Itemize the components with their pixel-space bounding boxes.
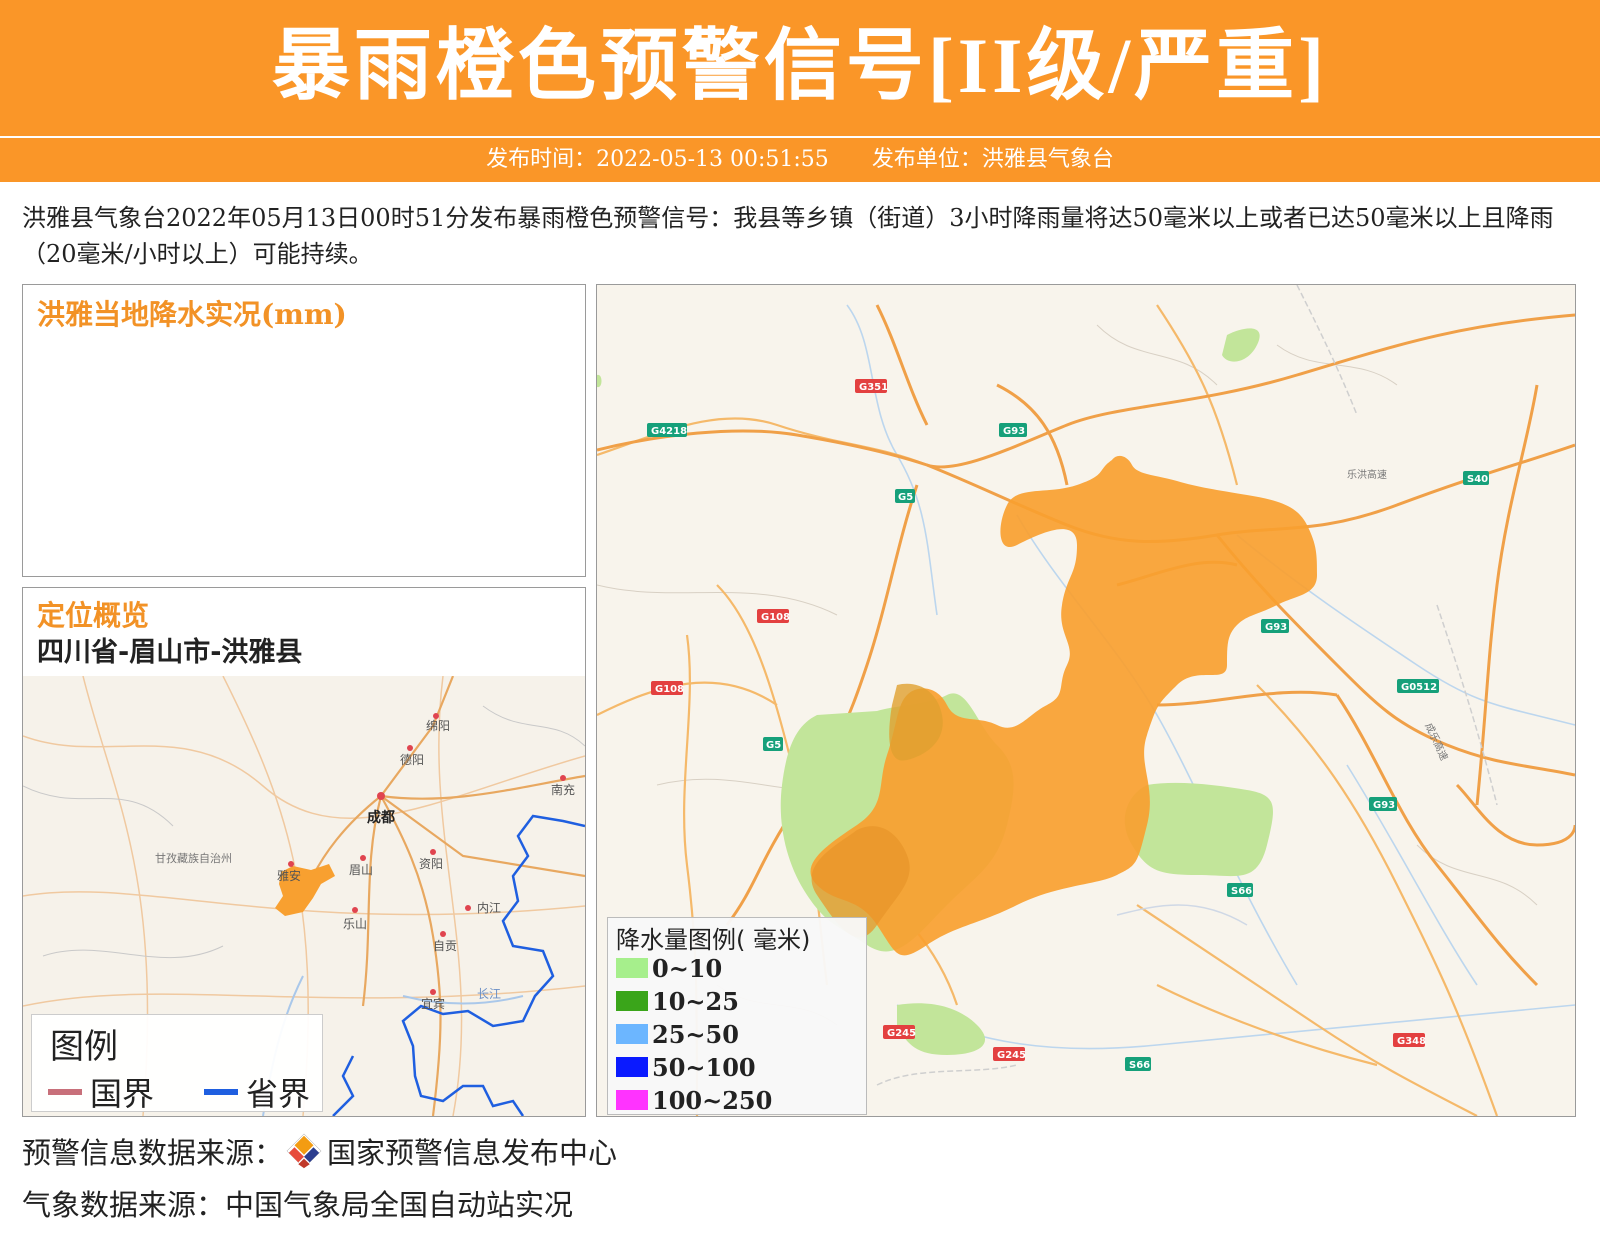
road-sign-g4218: G4218 (647, 423, 687, 437)
precip-legend-item: 0~10 (616, 954, 722, 983)
provincial-border-label: 省界 (246, 1075, 311, 1113)
road-sign-g93-middle: G93 (1261, 619, 1289, 633)
location-panel: 定位概览 四川省-眉山市-洪雅县 绵阳 德阳 成都 南充 甘孜藏族自治州 雅安 … (22, 587, 586, 1117)
city-label-nanchong: 南充 (551, 782, 575, 797)
river-label-changjiang: 长江 (477, 987, 501, 1001)
svg-text:G93: G93 (1265, 622, 1287, 633)
svg-text:S66: S66 (1129, 1060, 1150, 1071)
national-border-swatch (48, 1089, 82, 1095)
warning-source-name: 国家预警信息发布中心 (327, 1136, 618, 1170)
road-sign-g108-north: G108 (757, 609, 790, 623)
provincial-border-swatch (204, 1089, 238, 1095)
road-sign-g351: G351 (855, 379, 888, 393)
title-banner: 暴雨橙色预警信号[II级/严重] (0, 0, 1600, 136)
overview-map[interactable]: 绵阳 德阳 成都 南充 甘孜藏族自治州 雅安 眉山 资阳 乐山 内江 自贡 宜宾… (23, 676, 585, 1116)
legend-provincial-border: 省界 (204, 1069, 310, 1115)
warning-source-line: 预警信息数据来源： 国家预警信息发布中心 (22, 1130, 617, 1172)
svg-text:G245: G245 (997, 1050, 1026, 1061)
publish-time: 发布时间：2022-05-13 00:51:55 (486, 147, 829, 172)
svg-text:G93: G93 (1003, 426, 1025, 437)
city-label-yaan: 雅安 (277, 868, 301, 883)
city-label-neijiang: 内江 (477, 901, 501, 915)
city-label-mianyang: 绵阳 (426, 719, 450, 733)
swatch-10-25 (616, 991, 648, 1011)
precip-legend-item: 100~250 (616, 1086, 772, 1115)
svg-text:G0512: G0512 (1401, 682, 1437, 693)
svg-text:G5: G5 (766, 740, 781, 751)
precip-legend: 降水量图例( 毫米) 0~10 10~25 25~50 50~100 100~2… (607, 917, 867, 1115)
warning-level: [II级/严重] (927, 22, 1329, 109)
swatch-50-100 (616, 1057, 648, 1077)
overview-legend: 图例 国界 省界 (31, 1014, 323, 1115)
national-warning-center-logo-icon (286, 1133, 322, 1169)
road-sign-s40-east: S40 (1463, 471, 1489, 485)
city-label-meishan: 眉山 (349, 863, 373, 877)
road-sign-g93-east: G93 (1369, 797, 1397, 811)
svg-text:G93: G93 (1373, 800, 1395, 811)
warning-title: 暴雨橙色预警信号[II级/严重] (0, 14, 1600, 118)
road-sign-s66-south: S66 (1125, 1057, 1151, 1071)
road-sign-g93-north: G93 (999, 423, 1027, 437)
detail-map[interactable]: G351 G4218 G93 G5 S40 乐洪高速 G108 G108 G93… (597, 285, 1575, 1116)
svg-text:G108: G108 (655, 684, 684, 695)
publish-info-bar: 发布时间：2022-05-13 00:51:55 发布单位：洪雅县气象台 (0, 138, 1600, 182)
swatch-0-10 (616, 958, 648, 978)
legend-national-border: 国界 (48, 1069, 154, 1115)
location-panel-title: 定位概览 (37, 599, 150, 632)
road-sign-g5-north: G5 (895, 489, 915, 503)
region-label-ganzi: 甘孜藏族自治州 (155, 851, 232, 865)
warning-description: 洪雅县气象台2022年05月13日00时51分发布暴雨橙色预警信号：我县等乡镇（… (22, 204, 1554, 268)
warning-title-main: 暴雨橙色预警信号 (271, 21, 928, 111)
precip-legend-item: 10~25 (616, 987, 739, 1016)
svg-text:G351: G351 (859, 382, 888, 393)
road-sign-g245-west: G245 (883, 1025, 916, 1039)
warning-source-label: 预警信息数据来源： (22, 1136, 284, 1170)
location-path: 四川省-眉山市-洪雅县 (37, 637, 303, 668)
road-sign-g0512: G0512 (1397, 679, 1439, 693)
svg-text:G108: G108 (761, 612, 790, 623)
precip-panel: 洪雅当地降水实况(mm) (22, 284, 586, 577)
svg-text:G245: G245 (887, 1028, 916, 1039)
svg-text:G348: G348 (1397, 1036, 1426, 1047)
city-label-chengdu: 成都 (367, 809, 395, 826)
precip-panel-title: 洪雅当地降水实况(mm) (37, 298, 347, 331)
road-sign-s66-north: S66 (1227, 883, 1253, 897)
overview-legend-title: 图例 (50, 1027, 118, 1067)
city-label-ziyang: 资阳 (419, 857, 443, 871)
precip-legend-title: 降水量图例( 毫米) (616, 926, 811, 954)
road-label-lehong-expressway: 乐洪高速 (1347, 468, 1387, 481)
national-border-label: 国界 (90, 1075, 155, 1113)
city-label-leshan: 乐山 (343, 917, 367, 931)
svg-text:S40: S40 (1467, 474, 1488, 485)
svg-text:S66: S66 (1231, 886, 1252, 897)
publish-unit: 发布单位：洪雅县气象台 (871, 147, 1114, 172)
city-label-zigong: 自贡 (433, 939, 457, 953)
svg-text:G5: G5 (898, 492, 913, 503)
weather-source-line: 气象数据来源：中国气象局全国自动站实况 (22, 1188, 574, 1222)
road-sign-g5-west: G5 (763, 737, 783, 751)
road-sign-g348: G348 (1393, 1033, 1426, 1047)
city-label-yibin: 宜宾 (421, 996, 445, 1011)
detail-map-panel: G351 G4218 G93 G5 S40 乐洪高速 G108 G108 G93… (596, 284, 1576, 1117)
city-label-deyang: 德阳 (400, 752, 424, 767)
svg-text:G4218: G4218 (651, 426, 687, 437)
precip-legend-item: 25~50 (616, 1020, 739, 1049)
road-sign-g108-west: G108 (651, 681, 684, 695)
road-sign-g245-south: G245 (993, 1047, 1026, 1061)
precip-legend-item: 50~100 (616, 1053, 756, 1082)
swatch-100-250 (616, 1090, 648, 1110)
svg-text:乐洪高速: 乐洪高速 (1347, 468, 1387, 481)
swatch-25-50 (616, 1024, 648, 1044)
